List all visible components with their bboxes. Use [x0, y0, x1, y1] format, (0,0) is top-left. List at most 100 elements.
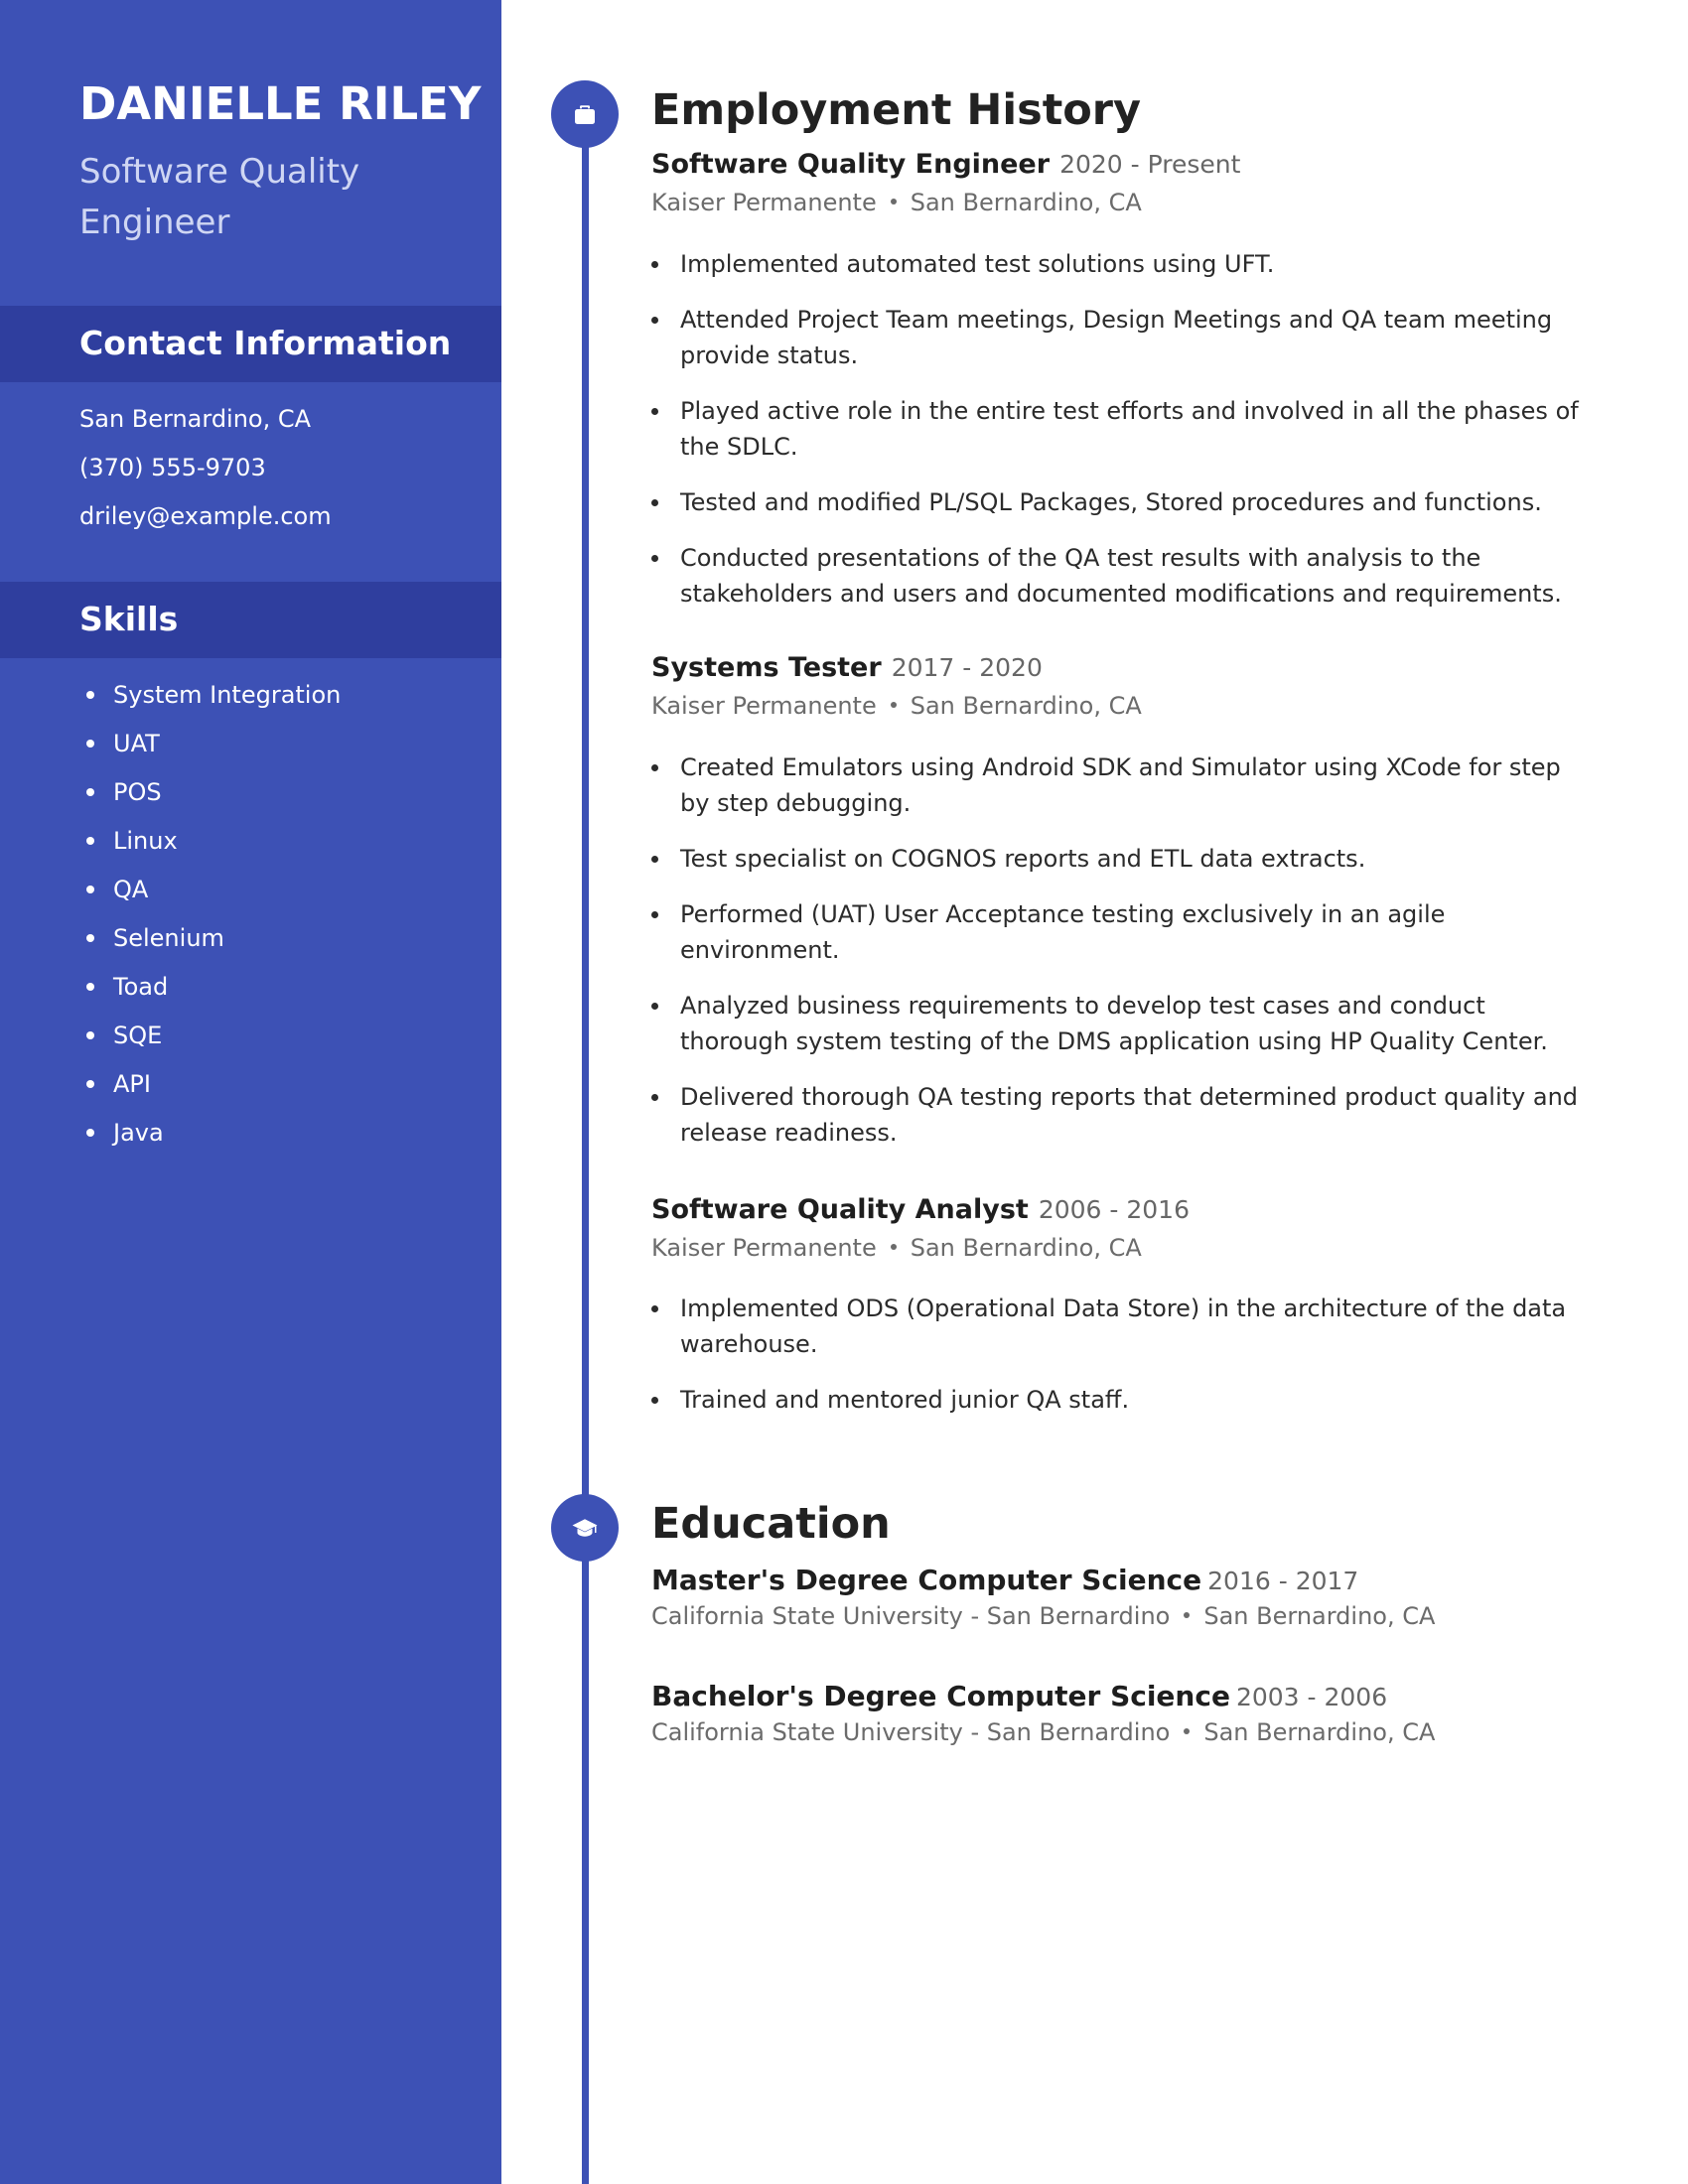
skills-header-band: Skills [0, 582, 501, 658]
job-location: San Bernardino, CA [910, 1234, 1142, 1262]
skills-heading: Skills [79, 600, 179, 638]
job-bullet: Performed (UAT) User Acceptance testing … [651, 896, 1585, 968]
job-bullet: Delivered thorough QA testing reports th… [651, 1079, 1585, 1151]
job-bullet: Test specialist on COGNOS reports and ET… [651, 841, 1585, 877]
degree-title-row: Master's Degree Computer Science 2016 - 2… [651, 1564, 1358, 1596]
skill-item: QA [79, 873, 341, 921]
contact-email[interactable]: driley@example.com [79, 502, 332, 530]
bullet-icon [86, 740, 94, 748]
degree-location: San Bernardino, CA [1203, 1602, 1436, 1630]
degree-title: Master's Degree Computer Science [651, 1564, 1202, 1596]
degree-school: California State University - San Bernar… [651, 1718, 1171, 1746]
job-title-row: Software Quality Engineer 2020 - Present [651, 149, 1240, 180]
bullet-icon [651, 499, 658, 506]
bullet-icon [86, 837, 94, 845]
bullet-icon [651, 1305, 658, 1312]
graduation-cap-icon [572, 1519, 598, 1537]
job-title: Software Quality Analyst [651, 1194, 1029, 1225]
education-icon-badge [551, 1494, 619, 1562]
job-company: Kaiser Permanente [651, 189, 877, 216]
degree-title-row: Bachelor's Degree Computer Science 2003 -… [651, 1680, 1387, 1712]
job-bullet: Attended Project Team meetings, Design M… [651, 302, 1585, 373]
job-bullet: Implemented ODS (Operational Data Store)… [651, 1291, 1585, 1362]
job-bullet: Played active role in the entire test ef… [651, 393, 1585, 465]
job-bullet: Implemented automated test solutions usi… [651, 246, 1585, 282]
candidate-title: Software Quality Engineer [79, 152, 360, 242]
bullet-icon [651, 261, 658, 268]
bullet-icon [651, 408, 658, 415]
skill-item: API [79, 1067, 341, 1116]
bullet-icon [651, 911, 658, 918]
bullet-icon [651, 1003, 658, 1010]
bullet-icon [86, 886, 94, 893]
bullet-icon [651, 764, 658, 771]
job-location: San Bernardino, CA [910, 692, 1142, 720]
timeline-line [582, 109, 589, 2184]
degree-location: San Bernardino, CA [1203, 1718, 1436, 1746]
degree-title: Bachelor's Degree Computer Science [651, 1680, 1230, 1712]
degree-school: California State University - San Bernar… [651, 1602, 1171, 1630]
separator-dot-icon [890, 701, 897, 708]
job-bullet: Conducted presentations of the QA test r… [651, 540, 1585, 612]
bullet-icon [86, 983, 94, 991]
job-title-row: Software Quality Analyst 2006 - 2016 [651, 1194, 1190, 1225]
job-meta-row: Kaiser Permanente San Bernardino, CA [651, 189, 1142, 216]
degree-meta-row: California State University - San Bernar… [651, 1718, 1435, 1746]
separator-dot-icon [1184, 1727, 1191, 1734]
bullet-icon [651, 555, 658, 562]
job-bullet: Analyzed business requirements to develo… [651, 988, 1585, 1059]
job-bullet: Trained and mentored junior QA staff. [651, 1382, 1585, 1418]
job-title: Systems Tester [651, 652, 882, 683]
job-meta-row: Kaiser Permanente San Bernardino, CA [651, 1234, 1142, 1262]
skill-item: System Integration [79, 678, 341, 727]
contact-heading: Contact Information [79, 324, 452, 362]
contact-location: San Bernardino, CA [79, 405, 312, 433]
skill-item: POS [79, 775, 341, 824]
job-company: Kaiser Permanente [651, 692, 877, 720]
skill-item: Selenium [79, 921, 341, 970]
job-title-row: Systems Tester 2017 - 2020 [651, 652, 1043, 683]
bullet-icon [86, 691, 94, 699]
bullet-icon [651, 856, 658, 863]
bullet-icon [651, 1094, 658, 1101]
bullet-icon [86, 1129, 94, 1137]
job-bullets: Implemented automated test solutions usi… [651, 246, 1585, 631]
skill-item: Toad [79, 970, 341, 1019]
employment-heading: Employment History [651, 85, 1142, 135]
job-bullets: Implemented ODS (Operational Data Store)… [651, 1291, 1585, 1437]
job-bullet: Created Emulators using Android SDK and … [651, 750, 1585, 821]
bullet-icon [651, 317, 658, 324]
skills-list: System Integration UAT POS Linux QA Sele… [79, 678, 341, 1164]
bullet-icon [651, 1397, 658, 1404]
separator-dot-icon [890, 1243, 897, 1250]
candidate-name: DANIELLE RILEY [79, 77, 482, 130]
separator-dot-icon [890, 198, 897, 205]
bullet-icon [86, 1031, 94, 1039]
job-dates: 2006 - 2016 [1038, 1195, 1190, 1224]
education-heading: Education [651, 1499, 891, 1549]
job-company: Kaiser Permanente [651, 1234, 877, 1262]
skill-item: Java [79, 1116, 341, 1164]
bullet-icon [86, 1080, 94, 1088]
job-dates: 2017 - 2020 [891, 653, 1043, 682]
job-location: San Bernardino, CA [910, 189, 1142, 216]
contact-header-band: Contact Information [0, 306, 501, 382]
skill-item: Linux [79, 824, 341, 873]
degree-meta-row: California State University - San Bernar… [651, 1602, 1435, 1630]
bullet-icon [86, 934, 94, 942]
employment-icon-badge [551, 80, 619, 148]
job-bullet: Tested and modified PL/SQL Packages, Sto… [651, 484, 1585, 520]
bullet-icon [86, 788, 94, 796]
separator-dot-icon [1184, 1611, 1191, 1618]
degree-dates: 2003 - 2006 [1235, 1683, 1388, 1711]
job-meta-row: Kaiser Permanente San Bernardino, CA [651, 692, 1142, 720]
degree-dates: 2016 - 2017 [1207, 1567, 1359, 1595]
job-bullets: Created Emulators using Android SDK and … [651, 750, 1585, 1170]
skill-item: SQE [79, 1019, 341, 1067]
skill-item: UAT [79, 727, 341, 775]
sidebar: DANIELLE RILEY Software Quality Engineer… [0, 0, 501, 2184]
job-title: Software Quality Engineer [651, 149, 1051, 180]
contact-phone: (370) 555-9703 [79, 454, 266, 481]
job-dates: 2020 - Present [1059, 150, 1241, 179]
briefcase-icon [575, 105, 595, 124]
